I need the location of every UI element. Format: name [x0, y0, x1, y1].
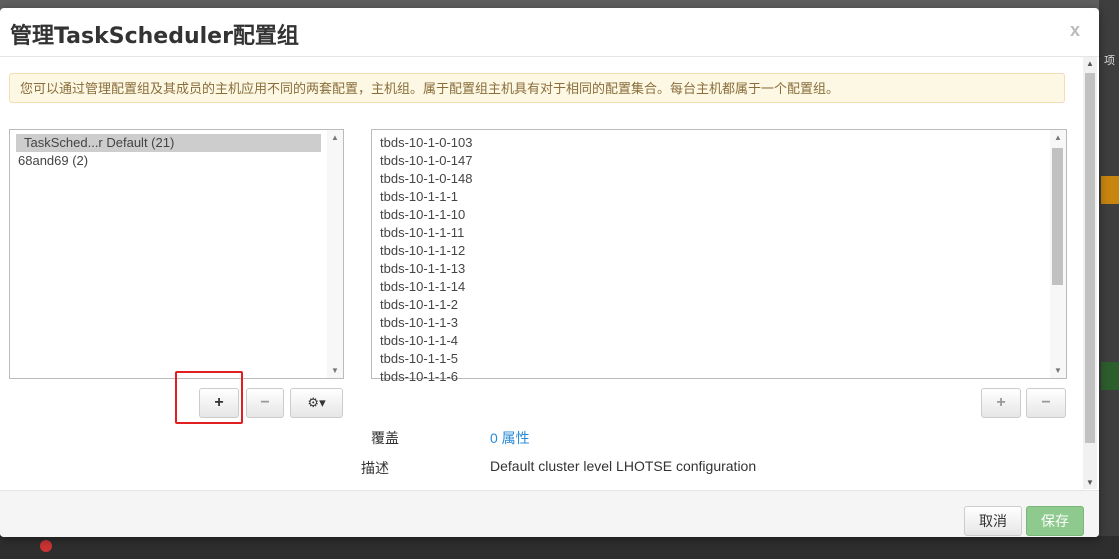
host-list[interactable]: tbds-10-1-0-103 tbds-10-1-0-147 tbds-10-… — [371, 129, 1067, 384]
save-button[interactable]: 保存 — [1026, 506, 1084, 536]
host-item[interactable]: tbds-10-1-1-12 — [372, 242, 1066, 260]
host-item[interactable]: tbds-10-1-1-3 — [372, 314, 1066, 332]
host-item[interactable]: tbds-10-1-0-148 — [372, 170, 1066, 188]
scroll-thumb[interactable] — [1085, 73, 1095, 443]
host-item[interactable]: tbds-10-1-1-6 — [372, 368, 1066, 386]
scroll-up-icon[interactable]: ▲ — [1054, 133, 1062, 142]
host-item[interactable]: tbds-10-1-1-2 — [372, 296, 1066, 314]
dialog-title: 管理TaskScheduler配置组 — [10, 24, 299, 49]
dialog-footer: 取消 保存 — [0, 490, 1099, 537]
dialog-header: 管理TaskScheduler配置组 x — [0, 8, 1099, 57]
group-settings-button[interactable]: ⚙▾ — [290, 388, 343, 418]
remove-group-button[interactable]: − — [246, 388, 284, 418]
backdrop-marker — [1101, 362, 1119, 390]
config-group-list[interactable]: TaskSched...r Default (21) 68and69 (2) ▲… — [9, 129, 344, 379]
host-item[interactable]: tbds-10-1-0-103 — [372, 134, 1066, 152]
overrides-label: 覆盖 — [371, 430, 399, 446]
description-label: 描述 — [361, 460, 389, 476]
host-item[interactable]: tbds-10-1-1-11 — [372, 224, 1066, 242]
config-group-dialog: 管理TaskScheduler配置组 x 您可以通过管理配置组及其成员的主机应用… — [0, 8, 1099, 537]
remove-host-button[interactable]: − — [1026, 388, 1066, 418]
config-group-item[interactable]: 68and69 (2) — [10, 152, 343, 170]
scroll-down-icon[interactable]: ▼ — [331, 366, 339, 375]
backdrop-marker — [1101, 176, 1119, 204]
host-list-items: tbds-10-1-0-103 tbds-10-1-0-147 tbds-10-… — [372, 130, 1066, 386]
host-item[interactable]: tbds-10-1-0-147 — [372, 152, 1066, 170]
chevron-down-icon: ▾ — [319, 395, 326, 410]
host-item[interactable]: tbds-10-1-1-14 — [372, 278, 1066, 296]
info-alert: 您可以通过管理配置组及其成员的主机应用不同的两套配置，主机组。属于配置组主机具有… — [9, 73, 1065, 103]
scroll-up-icon[interactable]: ▲ — [331, 133, 339, 142]
close-icon[interactable]: x — [1070, 20, 1080, 41]
config-group-item[interactable]: TaskSched...r Default (21) — [16, 134, 321, 152]
highlight-box — [175, 371, 243, 424]
dialog-scrollbar[interactable]: ▲ ▼ — [1083, 57, 1097, 489]
scroll-up-icon[interactable]: ▲ — [1086, 59, 1094, 68]
backdrop-bottom-bar — [0, 536, 1119, 559]
host-item[interactable]: tbds-10-1-1-13 — [372, 260, 1066, 278]
scroll-down-icon[interactable]: ▼ — [1086, 478, 1094, 487]
backdrop-page — [1099, 0, 1119, 559]
backdrop-text: 项 — [1104, 55, 1115, 67]
host-item[interactable]: tbds-10-1-1-10 — [372, 206, 1066, 224]
host-item[interactable]: tbds-10-1-1-1 — [372, 188, 1066, 206]
group-list-scrollbar[interactable]: ▲ ▼ — [327, 130, 343, 378]
overrides-link[interactable]: 0 属性 — [490, 428, 530, 448]
dialog-body: 您可以通过管理配置组及其成员的主机应用不同的两套配置，主机组。属于配置组主机具有… — [0, 57, 1082, 489]
scroll-thumb[interactable] — [1052, 148, 1063, 285]
host-list-scrollbar[interactable]: ▲ ▼ — [1050, 130, 1066, 378]
description-value: Default cluster level LHOTSE configurati… — [490, 458, 757, 474]
gear-icon: ⚙ — [307, 395, 320, 410]
host-item[interactable]: tbds-10-1-1-4 — [372, 332, 1066, 350]
cancel-button[interactable]: 取消 — [964, 506, 1022, 536]
host-item[interactable]: tbds-10-1-1-5 — [372, 350, 1066, 368]
scroll-down-icon[interactable]: ▼ — [1054, 366, 1062, 375]
add-host-button[interactable]: + — [981, 388, 1021, 418]
backdrop-alert-icon — [40, 540, 52, 552]
